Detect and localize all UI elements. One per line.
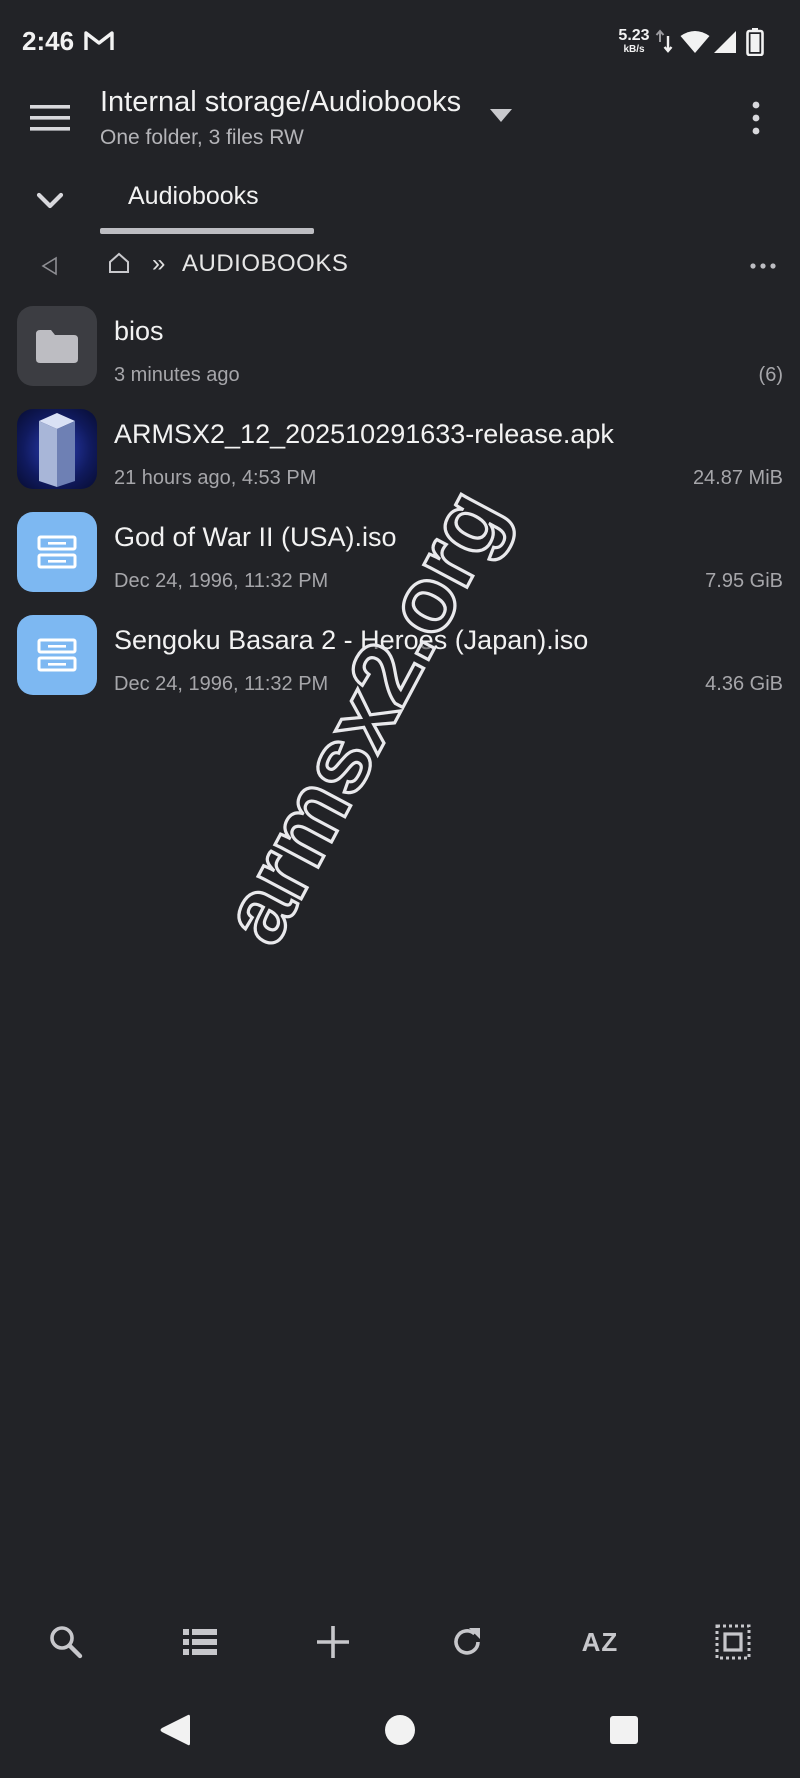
network-speed-value: 5.23 bbox=[618, 27, 650, 44]
file-size: 24.87 MiB bbox=[692, 467, 783, 489]
file-row-god-of-war[interactable]: God of War II (USA).iso Dec 24, 1996, 11… bbox=[0, 506, 800, 609]
search-button[interactable] bbox=[36, 1612, 96, 1672]
select-all-icon bbox=[715, 1624, 751, 1660]
battery-icon bbox=[746, 28, 764, 56]
add-button[interactable] bbox=[303, 1612, 363, 1672]
system-navigation-bar bbox=[0, 1700, 800, 1778]
chevron-down-icon[interactable] bbox=[488, 106, 514, 126]
gmail-icon bbox=[84, 31, 114, 50]
file-modified: Dec 24, 1996, 11:32 PM bbox=[114, 673, 329, 695]
back-triangle-icon[interactable] bbox=[38, 254, 62, 278]
file-row-sengoku-basara[interactable]: Sengoku Basara 2 - Heroes (Japan).iso De… bbox=[0, 609, 800, 712]
folder-summary: One folder, 3 files RW bbox=[100, 126, 304, 149]
network-speed-unit: kB/s bbox=[623, 44, 645, 55]
home-circle-icon bbox=[385, 1715, 415, 1745]
file-count: (6) bbox=[758, 364, 783, 386]
bottom-toolbar: AZ bbox=[0, 1612, 800, 1672]
select-all-button[interactable] bbox=[703, 1612, 763, 1672]
search-icon bbox=[50, 1626, 83, 1659]
tab-audiobooks[interactable]: Audiobooks bbox=[100, 178, 314, 234]
refresh-button[interactable] bbox=[437, 1612, 497, 1672]
status-time: 2:46 bbox=[22, 26, 75, 56]
refresh-icon bbox=[454, 1628, 480, 1655]
file-size: 4.36 GiB bbox=[705, 673, 783, 695]
apk-app-icon bbox=[17, 409, 97, 489]
nav-home-button[interactable] bbox=[370, 1700, 430, 1760]
cell-signal-icon bbox=[714, 31, 736, 53]
file-name: ARMSX2_12_202510291633-release.apk bbox=[114, 419, 614, 449]
hamburger-menu-icon bbox=[30, 105, 70, 131]
file-modified: 21 hours ago, 4:53 PM bbox=[114, 467, 317, 489]
nav-back-button[interactable] bbox=[145, 1700, 205, 1760]
file-modified: 3 minutes ago bbox=[114, 364, 240, 386]
more-options-icon[interactable] bbox=[744, 96, 768, 140]
recents-icon bbox=[610, 1716, 638, 1744]
network-speed: 5.23 kB/s bbox=[614, 28, 654, 55]
sort-icon: AZ bbox=[581, 1626, 619, 1657]
breadcrumb-more-icon[interactable] bbox=[748, 254, 778, 278]
back-icon bbox=[160, 1714, 190, 1746]
add-icon bbox=[317, 1626, 349, 1658]
active-tab-indicator bbox=[100, 228, 314, 234]
navigation-menu-button[interactable] bbox=[22, 96, 78, 140]
status-bar: 2:46 5.23 kB/s bbox=[0, 0, 800, 86]
list-view-button[interactable] bbox=[170, 1612, 230, 1672]
file-name: bios bbox=[114, 316, 164, 346]
list-view-icon bbox=[183, 1629, 217, 1655]
file-manager-screen: 2:46 5.23 kB/s Internal storage/Audioboo… bbox=[0, 0, 800, 1778]
folder-icon bbox=[17, 306, 97, 386]
disc-image-icon bbox=[17, 615, 97, 695]
home-icon[interactable] bbox=[106, 250, 132, 276]
sort-button[interactable]: AZ bbox=[570, 1612, 630, 1672]
nav-recents-button[interactable] bbox=[594, 1700, 654, 1760]
wifi-icon bbox=[680, 31, 710, 53]
file-list: bios 3 minutes ago (6) ARMSX2_12_2025102… bbox=[0, 300, 800, 712]
file-row-bios[interactable]: bios 3 minutes ago (6) bbox=[0, 300, 800, 403]
file-row-apk[interactable]: ARMSX2_12_202510291633-release.apk 21 ho… bbox=[0, 403, 800, 506]
breadcrumb-separator: » bbox=[152, 250, 166, 277]
file-name: Sengoku Basara 2 - Heroes (Japan).iso bbox=[114, 625, 589, 655]
file-name: God of War II (USA).iso bbox=[114, 522, 397, 552]
file-size: 7.95 GiB bbox=[705, 570, 783, 592]
data-transfer-icon bbox=[655, 29, 673, 53]
file-modified: Dec 24, 1996, 11:32 PM bbox=[114, 570, 329, 592]
expand-tabs-chevron-icon[interactable] bbox=[30, 180, 70, 220]
disc-image-icon bbox=[17, 512, 97, 592]
tab-label: Audiobooks bbox=[128, 182, 259, 210]
current-path-title[interactable]: Internal storage/Audiobooks bbox=[100, 86, 461, 119]
breadcrumb-current[interactable]: AUDIOBOOKS bbox=[182, 250, 348, 278]
